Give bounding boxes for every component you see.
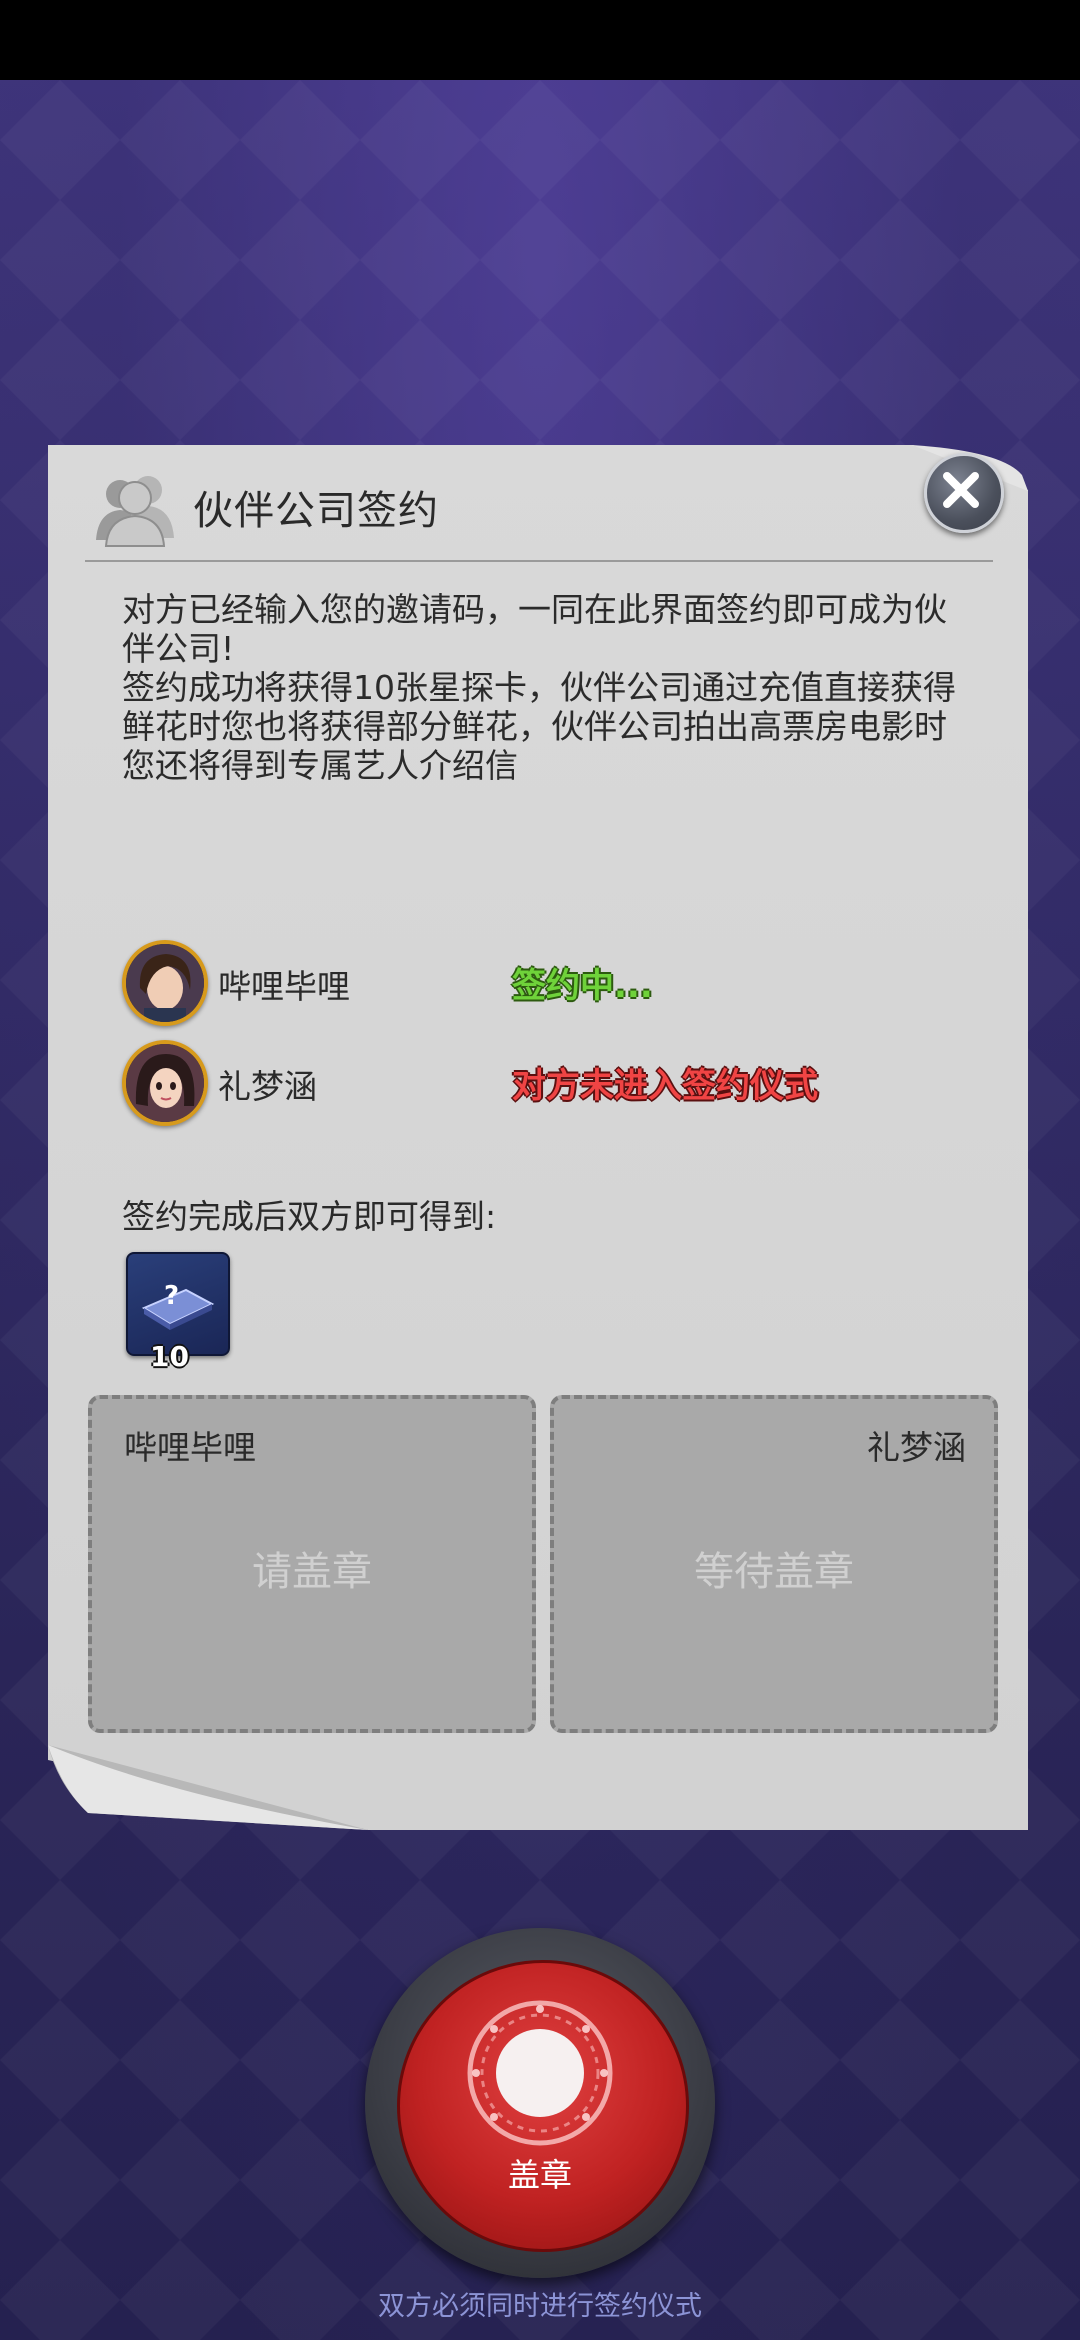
avatar (122, 940, 208, 1026)
seal-party-name: 礼梦涵 (867, 1428, 966, 1467)
description: 对方已经输入您的邀请码，一同在此界面签约即可成为伙伴公司! 签约成功将获得10张… (122, 590, 972, 785)
member-status: 签约中... (512, 966, 653, 1006)
member-row: 哔哩毕哩 签约中... (122, 940, 982, 1026)
avatar (122, 1040, 208, 1126)
svg-text:?: ? (164, 1281, 179, 1311)
footer-note: 双方必须同时进行签约仪式 (378, 2291, 702, 2322)
reward-label: 签约完成后双方即可得到: (122, 1197, 497, 1236)
seal-party-name: 哔哩毕哩 (124, 1428, 256, 1467)
description-line: 签约成功将获得10张星探卡，伙伴公司通过充值直接获得鲜花时您也将获得部分鲜花，伙… (122, 668, 956, 785)
partners-icon (96, 476, 174, 547)
close-button[interactable] (924, 453, 1004, 533)
seal-icon (467, 2000, 613, 2146)
title-divider (85, 560, 993, 562)
close-icon (943, 472, 979, 508)
seal-hint: 请盖章 (252, 1549, 372, 1595)
seal-slot-self[interactable]: 哔哩毕哩 请盖章 (88, 1395, 536, 1733)
reward-count: 10 (150, 1340, 189, 1373)
member-status: 对方未进入签约仪式 (512, 1066, 818, 1106)
member-name: 礼梦涵 (218, 1067, 317, 1106)
game-screen: 伙伴公司签约 对方已经输入您的邀请码，一同在此界面签约即可成为伙伴公司! 签约成… (0, 0, 1080, 2340)
member-row: 礼梦涵 对方未进入签约仪式 (122, 1040, 982, 1126)
paper-curl-bottom (48, 1745, 368, 1830)
panel-title: 伙伴公司签约 (193, 488, 439, 534)
seal-slot-partner: 礼梦涵 等待盖章 (550, 1395, 998, 1733)
description-line: 对方已经输入您的邀请码，一同在此界面签约即可成为伙伴公司! (122, 590, 947, 668)
stamp-button-label: 盖章 (507, 2156, 572, 2194)
status-bar (0, 0, 1080, 80)
member-name: 哔哩毕哩 (218, 967, 350, 1006)
seal-hint: 等待盖章 (694, 1549, 854, 1595)
